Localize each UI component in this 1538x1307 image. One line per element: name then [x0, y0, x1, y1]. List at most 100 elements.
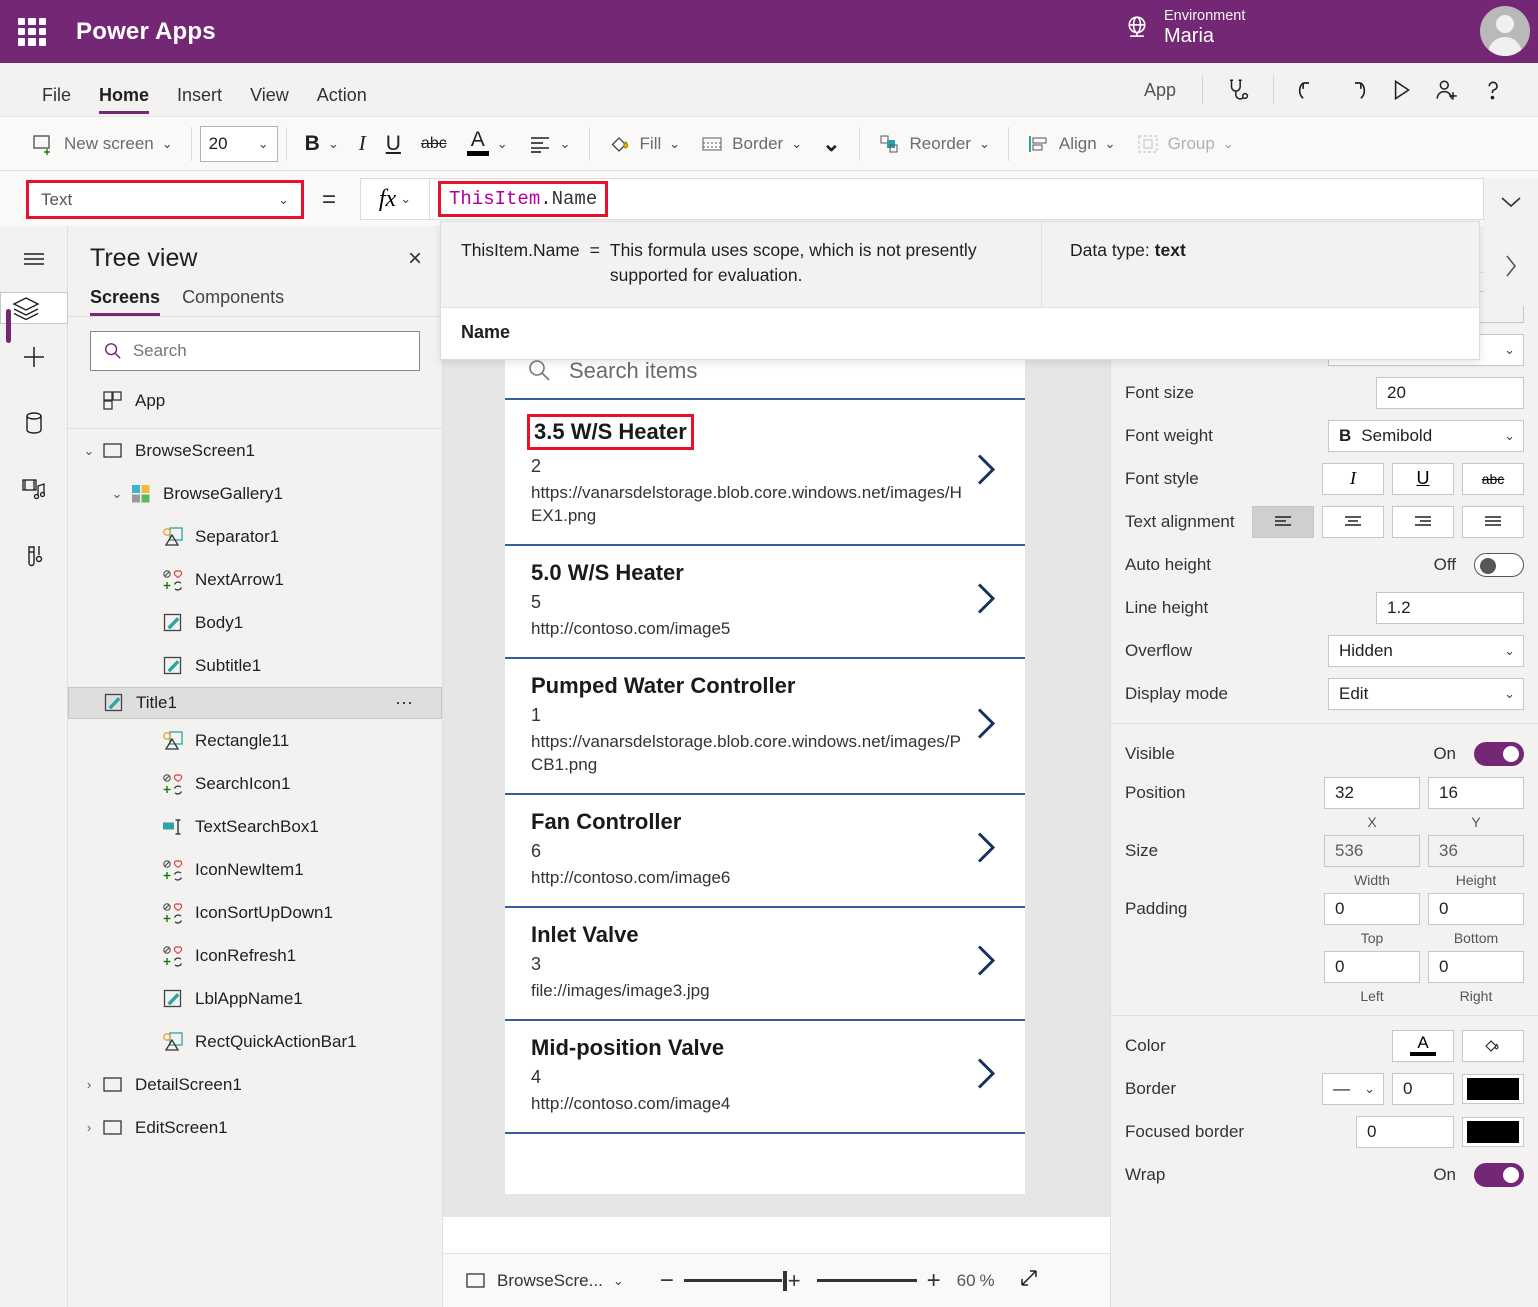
border-width-input[interactable]: 0 — [1392, 1073, 1454, 1105]
fill-button[interactable]: Fill ⌄ — [598, 124, 691, 164]
next-arrow-icon[interactable] — [971, 703, 1001, 748]
tree-node-browsescreen1[interactable]: ⌄BrowseScreen1 — [68, 429, 442, 472]
padding-left-input[interactable]: 0 — [1324, 951, 1420, 983]
focused-border-width-input[interactable]: 0 — [1356, 1116, 1454, 1148]
font-size-input[interactable]: 20 — [1376, 377, 1524, 409]
gallery-item[interactable]: Fan Controller6http://contoso.com/image6 — [505, 795, 1025, 908]
fit-screen-icon[interactable] — [1017, 1266, 1041, 1296]
border-button[interactable]: Border ⌄ — [690, 124, 812, 164]
screen-selector[interactable]: BrowseScre... ⌄ — [465, 1271, 624, 1291]
app-launcher-icon[interactable] — [18, 18, 46, 46]
tree-node-body1[interactable]: Body1 — [68, 601, 442, 644]
size-height-input[interactable]: 36 — [1428, 835, 1524, 867]
focused-border-color-swatch[interactable] — [1462, 1117, 1524, 1147]
size-width-input[interactable]: 536 — [1324, 835, 1420, 867]
next-arrow-icon[interactable] — [971, 828, 1001, 873]
visible-toggle[interactable] — [1474, 742, 1524, 766]
chevron-down-icon[interactable]: ⌄ — [78, 443, 100, 459]
tab-screens[interactable]: Screens — [90, 287, 160, 316]
tab-components[interactable]: Components — [182, 287, 284, 316]
tree-node-searchicon1[interactable]: SearchIcon1 — [68, 762, 442, 805]
gallery-item[interactable]: Pumped Water Controller1https://vanarsde… — [505, 659, 1025, 795]
tree-node-textsearchbox1[interactable]: TextSearchBox1 — [68, 805, 442, 848]
group-button[interactable]: Group ⌄ — [1126, 124, 1244, 164]
align-justify-button[interactable] — [1462, 506, 1524, 538]
position-x-input[interactable]: 32 — [1324, 777, 1420, 809]
next-arrow-icon[interactable] — [971, 449, 1001, 494]
tree-node-detailscreen1[interactable]: ›DetailScreen1 — [68, 1063, 442, 1106]
text-align-button[interactable]: ⌄ — [518, 124, 581, 164]
font-weight-dropdown[interactable]: B Semibold ⌄ — [1328, 420, 1524, 452]
tree-node-more-icon[interactable]: ⋯ — [395, 693, 415, 714]
font-color-button[interactable]: A ⌄ — [457, 124, 518, 164]
tree-node-rectquickactionbar1[interactable]: RectQuickActionBar1 — [68, 1020, 442, 1063]
menu-item-insert[interactable]: Insert — [177, 85, 222, 116]
next-arrow-icon[interactable] — [971, 941, 1001, 986]
align-left-button[interactable] — [1252, 506, 1314, 538]
hamburger-menu-icon[interactable] — [0, 226, 68, 292]
tree-node-browsegallery1[interactable]: ⌄BrowseGallery1 — [68, 472, 442, 515]
chevron-right-icon[interactable]: › — [78, 1120, 100, 1135]
zoom-out-button[interactable]: − — [650, 1267, 684, 1295]
redo-icon[interactable] — [1332, 67, 1378, 113]
reorder-button[interactable]: Reorder ⌄ — [868, 124, 1000, 164]
tree-node-title1[interactable]: Title1⋯ — [68, 687, 442, 719]
formula-value-highlight[interactable]: ThisItem.Name — [438, 181, 608, 217]
line-height-input[interactable]: 1.2 — [1376, 592, 1524, 624]
underline-button[interactable]: U — [376, 124, 411, 164]
zoom-slider-handle[interactable] — [783, 1271, 787, 1291]
bold-button[interactable]: B ⌄ — [295, 124, 349, 164]
fx-function-button[interactable]: fx ⌄ — [360, 178, 430, 220]
zoom-slider-track-left[interactable] — [684, 1279, 782, 1282]
new-screen-button[interactable]: New screen ⌄ — [22, 124, 183, 164]
media-icon[interactable] — [0, 456, 68, 522]
border-style-dropdown[interactable]: — ⌄ — [1322, 1073, 1384, 1105]
display-mode-dropdown[interactable]: Edit ⌄ — [1328, 678, 1524, 710]
gallery-item[interactable]: Mid-position Valve4http://contoso.com/im… — [505, 1021, 1025, 1134]
undo-icon[interactable] — [1286, 67, 1332, 113]
wrap-toggle[interactable] — [1474, 1163, 1524, 1187]
tree-node-editscreen1[interactable]: ›EditScreen1 — [68, 1106, 442, 1149]
gallery-item[interactable]: 3.5 W/S Heater2https://vanarsdelstorage.… — [505, 400, 1025, 546]
property-selector-dropdown[interactable]: Text ⌄ — [26, 180, 304, 219]
user-avatar[interactable] — [1480, 6, 1530, 56]
help-icon[interactable] — [1470, 67, 1516, 113]
tree-node-separator1[interactable]: Separator1 — [68, 515, 442, 558]
preview-play-icon[interactable] — [1378, 67, 1424, 113]
font-size-combobox[interactable]: 20 ⌄ — [200, 126, 278, 162]
tree-view-layers-icon[interactable] — [0, 292, 68, 324]
share-add-user-icon[interactable] — [1424, 67, 1470, 113]
padding-top-input[interactable]: 0 — [1324, 893, 1420, 925]
tree-search-input[interactable] — [133, 341, 407, 361]
tree-node-nextarrow1[interactable]: NextArrow1 — [68, 558, 442, 601]
insert-plus-icon[interactable] — [0, 324, 68, 390]
padding-right-input[interactable]: 0 — [1428, 951, 1524, 983]
menu-item-file[interactable]: File — [42, 85, 71, 116]
formula-bar-expand-button[interactable] — [1484, 178, 1538, 226]
text-color-button[interactable]: A — [1392, 1030, 1454, 1062]
align-center-button[interactable] — [1322, 506, 1384, 538]
zoom-in-button[interactable]: + — [917, 1267, 951, 1295]
position-y-input[interactable]: 16 — [1428, 777, 1524, 809]
strikethrough-button[interactable]: abc — [411, 124, 457, 164]
italic-button[interactable]: I — [349, 124, 376, 164]
gallery-item[interactable]: 5.0 W/S Heater5http://contoso.com/image5 — [505, 546, 1025, 659]
fill-color-button[interactable] — [1462, 1030, 1524, 1062]
tree-node-subtitle1[interactable]: Subtitle1 — [68, 644, 442, 687]
tree-node-iconnewitem1[interactable]: IconNewItem1 — [68, 848, 442, 891]
close-icon[interactable]: × — [408, 247, 422, 271]
align-right-button[interactable] — [1392, 506, 1454, 538]
ribbon-more-button[interactable]: ⌄ — [812, 124, 850, 164]
chevron-right-icon[interactable]: › — [78, 1077, 100, 1092]
strikethrough-toggle-button[interactable]: abc — [1462, 463, 1524, 495]
app-checker-stethoscope-icon[interactable] — [1215, 67, 1261, 113]
menu-item-view[interactable]: View — [250, 85, 289, 116]
tree-search-box[interactable] — [90, 331, 420, 371]
tree-node-lblappname1[interactable]: LblAppName1 — [68, 977, 442, 1020]
italic-toggle-button[interactable]: I — [1322, 463, 1384, 495]
tree-node-iconrefresh1[interactable]: IconRefresh1 — [68, 934, 442, 977]
tree-node-rectangle11[interactable]: Rectangle11 — [68, 719, 442, 762]
menu-item-action[interactable]: Action — [317, 85, 367, 116]
expand-right-panel-button[interactable] — [1484, 226, 1538, 306]
auto-height-toggle[interactable] — [1474, 553, 1524, 577]
